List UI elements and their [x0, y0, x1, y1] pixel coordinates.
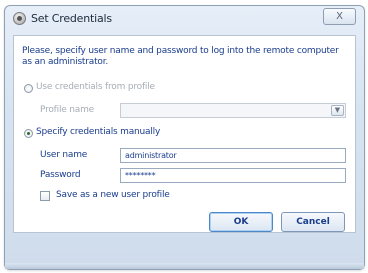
user-name-field[interactable]: administrator — [120, 148, 346, 163]
ok-button[interactable]: OK — [209, 212, 273, 232]
save-profile-label: Save as a new user profile — [56, 190, 170, 200]
profile-name-select[interactable]: ▼ — [120, 103, 346, 118]
password-field[interactable]: ******** — [120, 168, 346, 183]
specify-manually-radio[interactable] — [24, 129, 33, 138]
title-bar[interactable]: Set Credentials X — [5, 6, 364, 31]
instruction-text: Please, specify user name and password t… — [22, 46, 339, 67]
profile-name-label: Profile name — [40, 105, 94, 115]
cancel-button[interactable]: Cancel — [281, 212, 345, 232]
use-profile-radio[interactable] — [24, 84, 33, 93]
close-button[interactable]: X — [323, 8, 356, 25]
dialog-footer — [5, 263, 364, 269]
chevron-down-icon[interactable]: ▼ — [331, 105, 344, 116]
dialog-content: Please, specify user name and password t… — [13, 35, 356, 233]
set-credentials-dialog: Set Credentials X Please, specify user n… — [4, 5, 365, 270]
user-name-label: User name — [40, 150, 88, 160]
credentials-icon — [13, 12, 26, 25]
specify-manually-label: Specify credentials manually — [36, 127, 161, 137]
dialog-title: Set Credentials — [31, 12, 112, 25]
password-label: Password — [40, 170, 81, 180]
use-profile-label: Use credentials from profile — [36, 82, 155, 92]
save-profile-checkbox[interactable] — [40, 191, 50, 201]
